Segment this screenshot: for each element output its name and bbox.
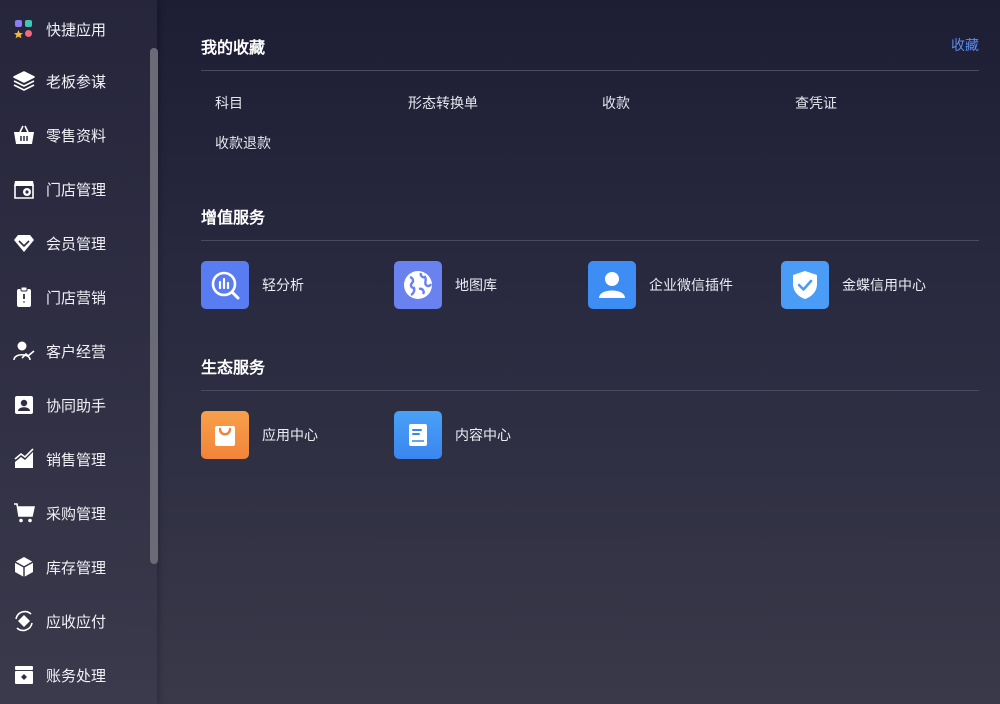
apps-grid-icon [13,18,35,40]
user-chart-icon [13,340,35,362]
sidebar-item-collaboration[interactable]: 协同助手 [0,378,150,432]
favorite-item[interactable]: 查凭证 [795,93,837,113]
service-map-library[interactable]: 地图库 [394,261,497,309]
service-label: 地图库 [455,278,497,294]
store-icon [13,178,35,200]
service-light-analytics[interactable]: 轻分析 [201,261,304,309]
service-label: 金蝶信用中心 [842,278,926,294]
eco-services-title: 生态服务 [201,358,266,377]
sidebar-item-boss-advisor[interactable]: 老板参谋 [0,54,150,108]
layers-icon [13,70,35,92]
trend-chart-icon [13,448,35,470]
sidebar-item-label: 老板参谋 [46,72,107,91]
sidebar-item-label: 应收应付 [46,612,107,631]
service-content-center[interactable]: 内容中心 [394,411,511,459]
box-icon [13,556,35,578]
sidebar-item-label: 门店营销 [46,288,107,307]
contact-card-icon [13,394,35,416]
sidebar-item-label: 协同助手 [46,396,107,415]
service-app-center[interactable]: 应用中心 [201,411,318,459]
sidebar-item-label: 库存管理 [46,558,107,577]
service-label: 内容中心 [455,428,511,444]
globe-icon [394,261,442,309]
clipboard-icon [13,286,35,308]
sidebar-item-label: 采购管理 [46,504,107,523]
sidebar-item-customer-operations[interactable]: 客户经营 [0,324,150,378]
favorites-action-link[interactable]: 收藏 [951,35,979,55]
shield-check-icon [781,261,829,309]
favorite-item[interactable]: 收款退款 [215,133,271,153]
sidebar-scrollbar[interactable] [150,48,158,564]
ledger-box-icon [13,664,35,686]
sidebar-item-label: 账务处理 [46,666,107,685]
favorites-divider [201,70,979,71]
value-services-divider [201,240,979,241]
analytics-icon [201,261,249,309]
favorite-item[interactable]: 收款 [602,93,630,113]
sidebar: 快捷应用 老板参谋 零售资料 门店管理 会员管理 门店营销 客户经营 协同助手 … [0,0,158,704]
service-label: 应用中心 [262,428,318,444]
service-label: 企业微信插件 [649,278,733,294]
sidebar-item-store-marketing[interactable]: 门店营销 [0,270,150,324]
sidebar-item-quick-apps[interactable]: 快捷应用 [0,2,150,56]
sidebar-item-retail-data[interactable]: 零售资料 [0,108,150,162]
sidebar-item-purchase-management[interactable]: 采购管理 [0,486,150,540]
basket-icon [13,124,35,146]
favorites-title: 我的收藏 [201,38,266,57]
sidebar-item-member-management[interactable]: 会员管理 [0,216,150,270]
service-wecom-plugin[interactable]: 企业微信插件 [588,261,733,309]
sidebar-item-label: 门店管理 [46,180,107,199]
sidebar-item-label: 客户经营 [46,342,107,361]
diamond-icon [13,232,35,254]
favorite-item[interactable]: 科目 [215,93,243,113]
sidebar-item-label: 快捷应用 [46,20,107,39]
main-content: 我的收藏 收藏 科目 形态转换单 收款 查凭证 收款退款 增值服务 轻分析 地图… [201,0,979,704]
sidebar-item-label: 销售管理 [46,450,107,469]
sidebar-item-label: 零售资料 [46,126,107,145]
cart-icon [13,502,35,524]
document-icon [394,411,442,459]
exchange-diamond-icon [13,610,35,632]
sidebar-item-sales-management[interactable]: 销售管理 [0,432,150,486]
eco-services-divider [201,390,979,391]
sidebar-item-label: 会员管理 [46,234,107,253]
sidebar-item-store-management[interactable]: 门店管理 [0,162,150,216]
service-kingdee-credit[interactable]: 金蝶信用中心 [781,261,926,309]
sidebar-item-inventory-management[interactable]: 库存管理 [0,540,150,594]
user-icon [588,261,636,309]
sidebar-item-accounting[interactable]: 账务处理 [0,648,150,702]
favorite-item[interactable]: 形态转换单 [408,93,478,113]
value-services-title: 增值服务 [201,208,266,227]
shopping-bag-icon [201,411,249,459]
service-label: 轻分析 [262,278,304,294]
sidebar-item-receivables-payables[interactable]: 应收应付 [0,594,150,648]
